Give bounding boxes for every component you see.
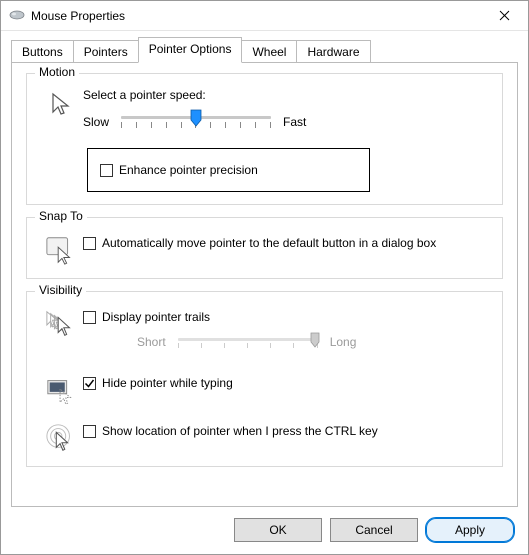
dialog-buttons: OK Cancel Apply — [1, 508, 528, 554]
apply-button[interactable]: Apply — [426, 518, 514, 542]
enhance-highlight-box: Enhance pointer precision — [87, 148, 370, 192]
fast-label: Fast — [283, 115, 306, 129]
pointer-trails-label: Display pointer trails — [102, 310, 210, 324]
slow-label: Slow — [83, 115, 109, 129]
tab-pointer-options[interactable]: Pointer Options — [138, 37, 243, 63]
snap-auto-checkbox[interactable] — [83, 237, 96, 250]
tab-pointers[interactable]: Pointers — [73, 40, 139, 64]
motion-group: Motion Select a pointer speed: Slow — [26, 73, 503, 205]
snap-to-group: Snap To Automatically move pointer to th… — [26, 217, 503, 279]
cancel-button[interactable]: Cancel — [330, 518, 418, 542]
pointer-trails-icon — [45, 308, 77, 340]
ctrl-locate-icon — [45, 422, 77, 454]
ok-button[interactable]: OK — [234, 518, 322, 542]
mouse-icon — [9, 9, 25, 23]
tab-buttons[interactable]: Buttons — [11, 40, 74, 64]
close-button[interactable] — [484, 2, 524, 30]
close-icon — [499, 10, 510, 21]
tab-hardware[interactable]: Hardware — [296, 40, 370, 64]
motion-title: Motion — [35, 65, 79, 79]
ctrl-locate-label: Show location of pointer when I press th… — [102, 424, 378, 438]
hide-pointer-icon — [45, 374, 77, 406]
snap-to-icon — [45, 234, 77, 266]
titlebar: Mouse Properties — [1, 1, 528, 31]
enhance-precision-label: Enhance pointer precision — [119, 163, 258, 177]
pointer-speed-slider[interactable] — [121, 108, 271, 136]
pointer-icon — [47, 90, 75, 118]
pointer-trails-checkbox[interactable] — [83, 311, 96, 324]
slider-thumb-disabled-icon — [310, 332, 320, 348]
tab-panel: Motion Select a pointer speed: Slow — [11, 62, 518, 507]
pointer-trails-slider — [178, 330, 318, 354]
checkmark-icon — [83, 377, 96, 390]
select-pointer-speed-label: Select a pointer speed: — [83, 88, 490, 102]
snap-auto-label: Automatically move pointer to the defaul… — [102, 236, 436, 250]
trails-long-label: Long — [330, 335, 357, 349]
hide-pointer-checkbox[interactable] — [83, 377, 96, 390]
hide-pointer-label: Hide pointer while typing — [102, 376, 233, 390]
visibility-group: Visibility Display poin — [26, 291, 503, 467]
ctrl-locate-checkbox[interactable] — [83, 425, 96, 438]
slider-thumb-icon — [190, 109, 202, 127]
visibility-title: Visibility — [35, 283, 86, 297]
window-title: Mouse Properties — [31, 9, 484, 23]
mouse-properties-window: Mouse Properties Buttons Pointers Pointe… — [0, 0, 529, 555]
tab-wheel[interactable]: Wheel — [241, 40, 297, 64]
snap-to-title: Snap To — [35, 209, 87, 223]
trails-short-label: Short — [137, 335, 166, 349]
tabstrip: Buttons Pointers Pointer Options Wheel H… — [1, 31, 528, 63]
enhance-precision-checkbox[interactable] — [100, 164, 113, 177]
